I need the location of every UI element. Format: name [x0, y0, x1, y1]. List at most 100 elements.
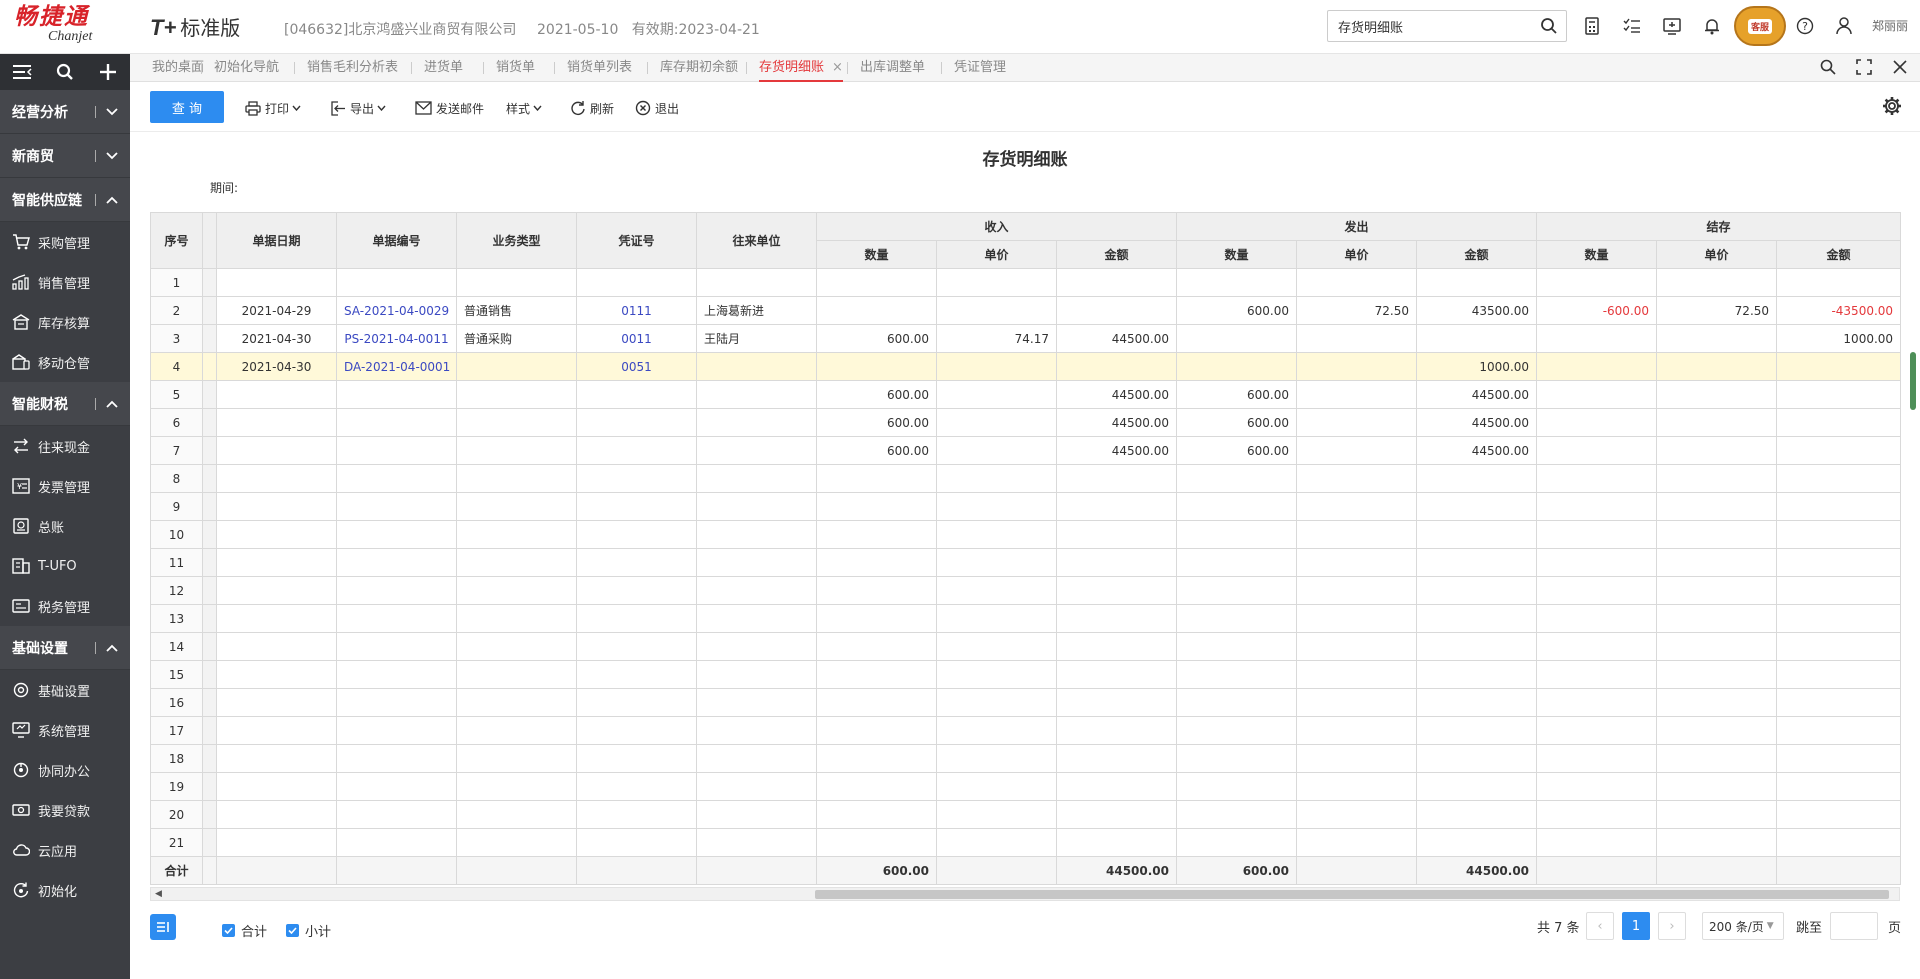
- cell-in-qty[interactable]: [816, 688, 937, 717]
- cell-biz-type[interactable]: [456, 604, 577, 633]
- cell-bal-qty[interactable]: [1536, 408, 1658, 437]
- page-size-select[interactable]: 200 条/页 ▼: [1702, 912, 1784, 940]
- cell-date[interactable]: [216, 744, 337, 773]
- cell-narrow[interactable]: [202, 716, 217, 745]
- cell-in-price[interactable]: [936, 576, 1057, 605]
- cell-in-qty[interactable]: 600.00: [816, 436, 937, 465]
- scrollbar-thumb[interactable]: [815, 890, 1889, 899]
- cell-bal-price[interactable]: [1656, 352, 1778, 381]
- cell-bal-qty[interactable]: [1536, 324, 1658, 353]
- send-email-button[interactable]: 发送邮件: [415, 98, 484, 118]
- cell-out-amt[interactable]: [1416, 772, 1538, 801]
- cell-in-amt[interactable]: [1055, 632, 1178, 661]
- cell-seq[interactable]: 14: [150, 632, 203, 661]
- cell-in-amt[interactable]: [1055, 464, 1178, 493]
- cell-biz-type[interactable]: [456, 716, 577, 745]
- cell-partner[interactable]: [696, 800, 817, 829]
- cell-biz-type[interactable]: [456, 744, 577, 773]
- table-row[interactable]: 6 600.00 44500.00 600.00 44500.00: [150, 408, 1902, 437]
- cell-partner[interactable]: [696, 744, 817, 773]
- table-row[interactable]: 19: [150, 772, 1902, 801]
- sidebar-search-icon[interactable]: [43, 63, 86, 81]
- jump-page-input[interactable]: [1830, 912, 1878, 940]
- export-button[interactable]: 导出: [330, 98, 390, 118]
- search-input[interactable]: [1328, 11, 1528, 41]
- cell-partner[interactable]: [696, 268, 817, 297]
- cell-seq[interactable]: 4: [150, 352, 203, 381]
- cell-out-price[interactable]: [1296, 688, 1418, 717]
- cell-bal-price[interactable]: 72.50: [1656, 296, 1778, 325]
- cell-out-amt[interactable]: 44500.00: [1416, 408, 1538, 437]
- cell-out-price[interactable]: [1296, 660, 1418, 689]
- cell-seq[interactable]: 18: [150, 744, 203, 773]
- cell-voucher[interactable]: [576, 828, 697, 857]
- total-checkbox[interactable]: 合计: [222, 921, 267, 940]
- cell-out-price[interactable]: [1296, 576, 1418, 605]
- cell-narrow[interactable]: [202, 408, 217, 437]
- print-button[interactable]: 打印: [245, 98, 305, 118]
- tab-7[interactable]: 存货明细账 ×: [759, 54, 843, 82]
- bell-icon[interactable]: [1702, 16, 1722, 36]
- cell-bal-qty[interactable]: [1536, 352, 1658, 381]
- cell-partner[interactable]: [696, 408, 817, 437]
- cell-in-qty[interactable]: 600.00: [816, 324, 937, 353]
- tab-5[interactable]: 销货单列表: [567, 54, 632, 82]
- cell-out-amt[interactable]: [1416, 464, 1538, 493]
- cell-in-qty[interactable]: [816, 716, 937, 745]
- cell-biz-type[interactable]: 普通采购: [456, 324, 577, 353]
- cell-doc-no[interactable]: [336, 408, 457, 437]
- cell-voucher[interactable]: [576, 716, 697, 745]
- cell-seq[interactable]: 1: [150, 268, 203, 297]
- cell-out-amt[interactable]: 43500.00: [1416, 296, 1538, 325]
- cell-doc-no[interactable]: [336, 548, 457, 577]
- cell-bal-price[interactable]: [1656, 548, 1778, 577]
- cell-bal-price[interactable]: [1656, 436, 1778, 465]
- horizontal-scrollbar[interactable]: ◀: [150, 887, 1900, 901]
- cell-narrow[interactable]: [202, 296, 217, 325]
- cell-seq[interactable]: 13: [150, 604, 203, 633]
- cell-biz-type[interactable]: [456, 380, 577, 409]
- cell-partner[interactable]: [696, 828, 817, 857]
- cell-seq[interactable]: 10: [150, 520, 203, 549]
- cell-in-qty[interactable]: [816, 604, 937, 633]
- sidebar-item-2-1[interactable]: 销售管理: [0, 262, 130, 302]
- cell-out-price[interactable]: [1296, 380, 1418, 409]
- cell-out-price[interactable]: [1296, 520, 1418, 549]
- cell-voucher[interactable]: 0051: [576, 352, 697, 381]
- col-biz-type[interactable]: 业务类型: [456, 212, 577, 269]
- cell-partner[interactable]: [696, 660, 817, 689]
- cell-date[interactable]: [216, 688, 337, 717]
- cell-bal-price[interactable]: [1656, 492, 1778, 521]
- cell-out-price[interactable]: [1296, 604, 1418, 633]
- help-icon[interactable]: ?: [1795, 16, 1815, 36]
- sidebar-item-3-1[interactable]: ¥ 发票管理: [0, 466, 130, 506]
- cell-doc-no[interactable]: [336, 268, 457, 297]
- table-row[interactable]: 3 2021-04-30 PS-2021-04-0011 普通采购 0011 王陆月 600…: [150, 324, 1902, 353]
- cell-out-amt[interactable]: [1416, 324, 1538, 353]
- cell-in-price[interactable]: [936, 688, 1057, 717]
- cell-in-amt[interactable]: 44500.00: [1055, 436, 1178, 465]
- cell-out-price[interactable]: [1296, 772, 1418, 801]
- cell-bal-price[interactable]: [1656, 828, 1778, 857]
- chevron-down-icon[interactable]: [104, 104, 120, 120]
- subtotal-checkbox[interactable]: 小计: [286, 921, 331, 940]
- table-row[interactable]: 7 600.00 44500.00 600.00 44500.00: [150, 436, 1902, 465]
- cell-out-price[interactable]: [1296, 800, 1418, 829]
- cell-date[interactable]: [216, 772, 337, 801]
- cell-in-price[interactable]: [936, 492, 1057, 521]
- cell-bal-price[interactable]: [1656, 604, 1778, 633]
- cell-voucher[interactable]: [576, 436, 697, 465]
- cell-out-price[interactable]: [1296, 548, 1418, 577]
- cell-in-amt[interactable]: [1055, 688, 1178, 717]
- cell-out-amt[interactable]: [1416, 632, 1538, 661]
- sidebar-item-2-0[interactable]: 采购管理: [0, 222, 130, 262]
- sidebar-item-3-2[interactable]: 总账: [0, 506, 130, 546]
- sidebar-item-2-3[interactable]: 移动仓管: [0, 342, 130, 382]
- sidebar-item-3-0[interactable]: 往来现金: [0, 426, 130, 466]
- cell-partner[interactable]: [696, 716, 817, 745]
- cell-date[interactable]: 2021-04-30: [216, 324, 337, 353]
- cell-narrow[interactable]: [202, 436, 217, 465]
- col-bal-price[interactable]: 单价: [1656, 240, 1778, 269]
- cell-voucher[interactable]: [576, 632, 697, 661]
- cell-in-qty[interactable]: [816, 296, 937, 325]
